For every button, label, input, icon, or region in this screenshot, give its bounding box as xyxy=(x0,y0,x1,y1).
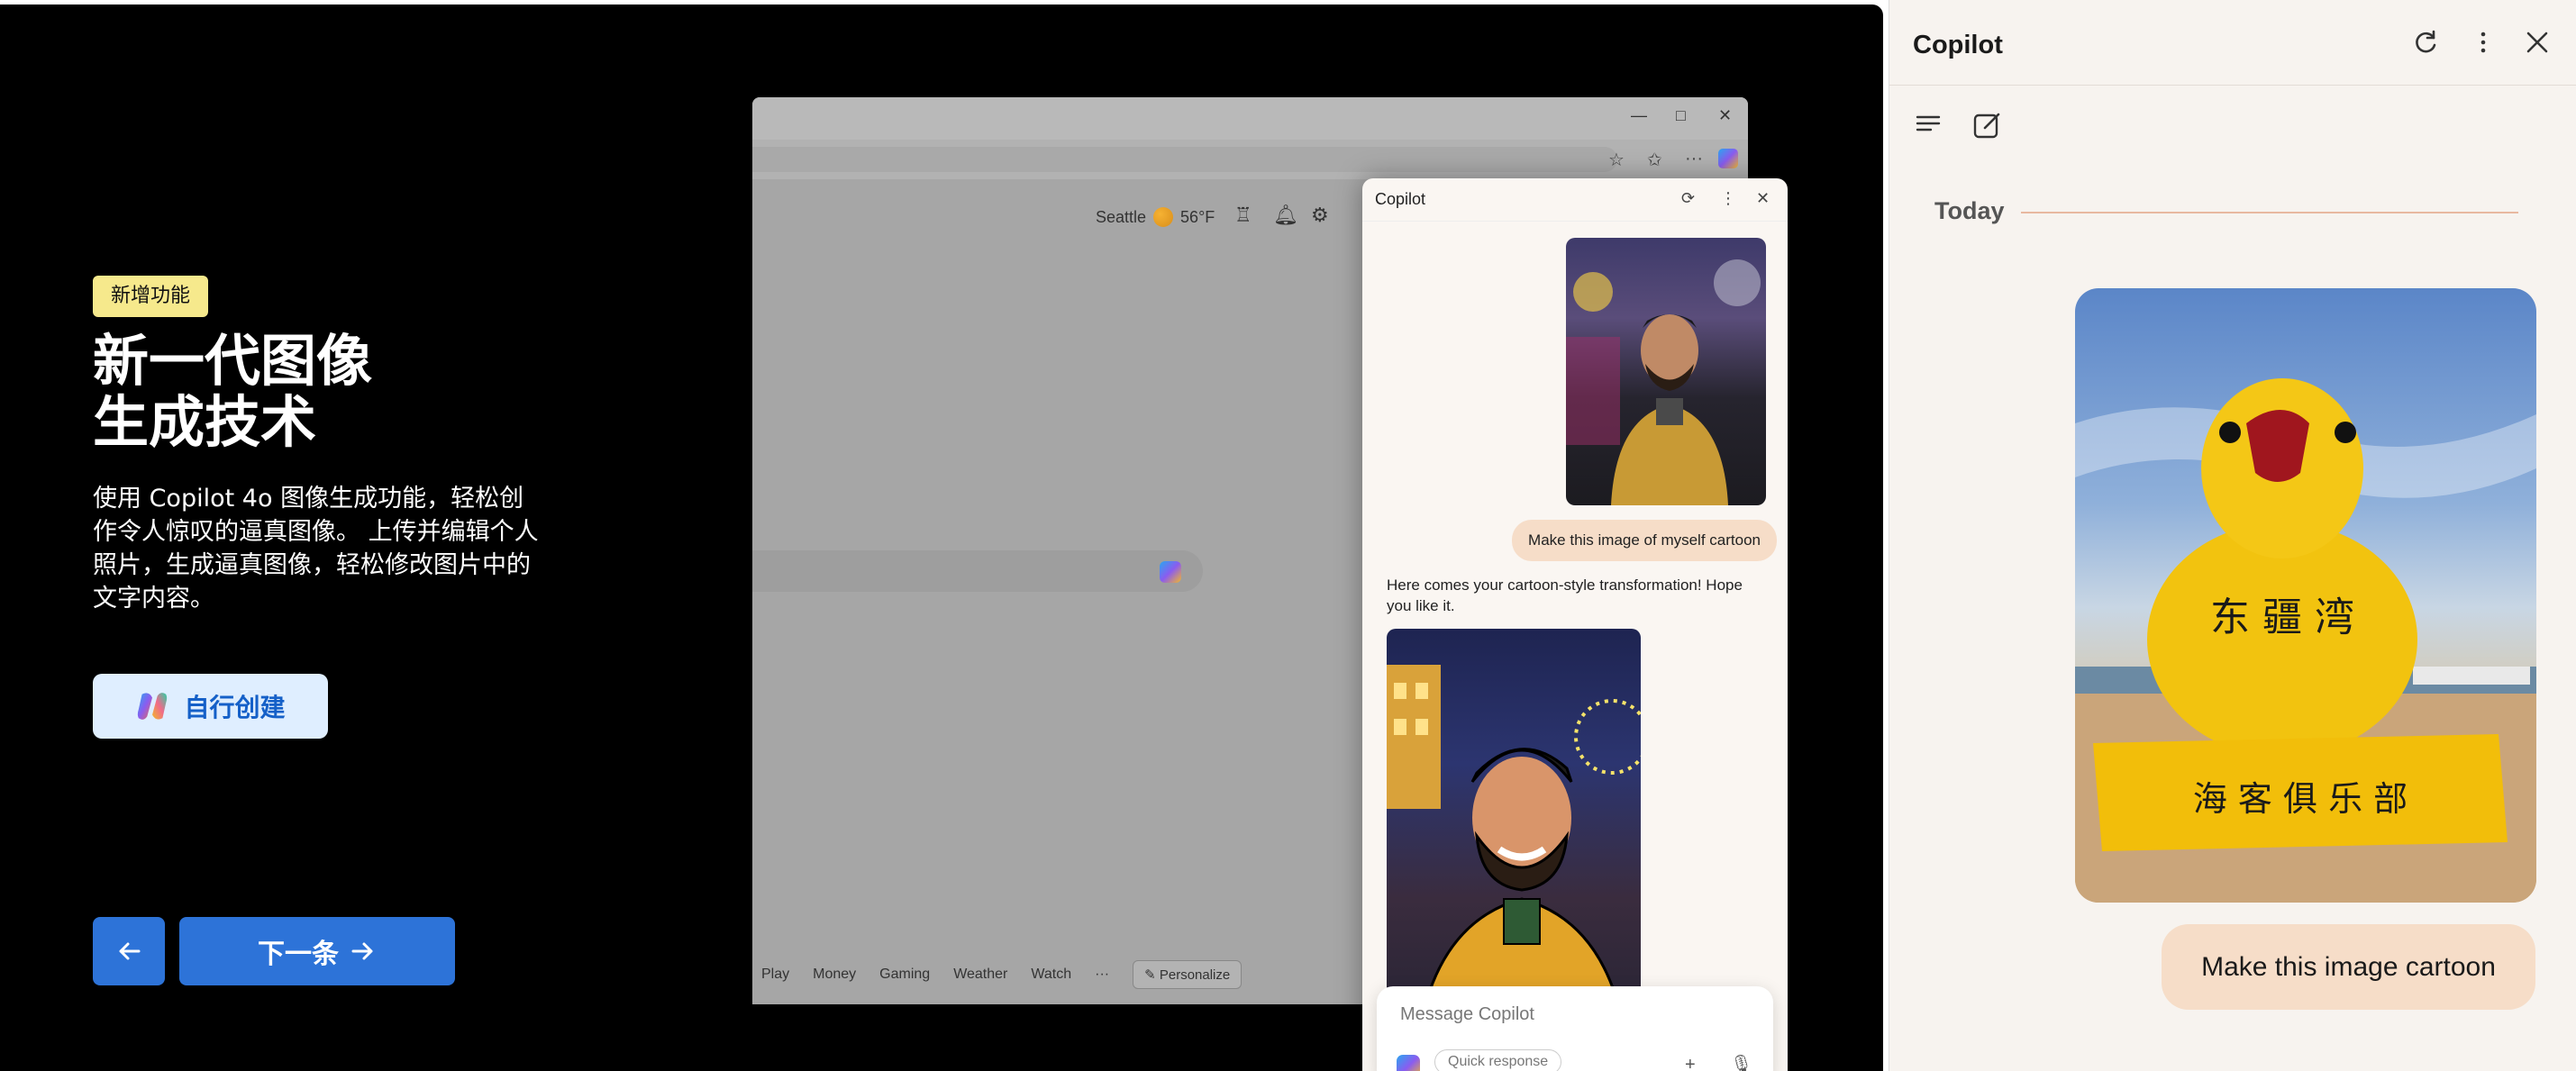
weather-temp: 56°F xyxy=(1180,207,1215,226)
browser-toolbar: ☆ ✩ ··· xyxy=(752,140,1748,179)
popup-header: Copilot ⟳ ⋮ ✕ xyxy=(1362,178,1788,222)
menu-icon[interactable] xyxy=(1915,110,1942,144)
add-icon: + xyxy=(1685,1055,1696,1071)
quick-response-chip: Quick response xyxy=(1434,1049,1562,1071)
nav-play: Play xyxy=(761,967,790,982)
trophy-icon: ♖ xyxy=(1234,204,1252,226)
nav-watch: Watch xyxy=(1031,967,1072,982)
refresh-icon[interactable] xyxy=(2412,29,2439,63)
duck-statue-photo[interactable]: 东 疆 湾 海 客 俱 乐 部 xyxy=(2075,288,2536,903)
sidepanel-header: Copilot xyxy=(1889,0,2576,86)
microphone-icon: 🎙︎ xyxy=(1730,1055,1753,1071)
copilot-icon xyxy=(1718,149,1738,168)
minimize-icon: — xyxy=(1631,106,1647,124)
maximize-icon: □ xyxy=(1676,106,1686,124)
popup-title: Copilot xyxy=(1375,190,1426,208)
favorites-icon: ✩ xyxy=(1647,150,1662,170)
favorite-star-icon: ☆ xyxy=(1608,150,1625,170)
search-bar xyxy=(752,550,1203,592)
address-bar xyxy=(752,147,1617,172)
nav-weather: Weather xyxy=(953,967,1008,982)
message-input: Message Copilot xyxy=(1400,1004,1534,1024)
copilot-search-icon xyxy=(1160,561,1181,583)
create-yourself-button[interactable]: 自行创建 xyxy=(93,674,328,739)
personalize-label: Personalize xyxy=(1159,967,1231,983)
duck-sign-top: 东 疆 湾 xyxy=(2210,594,2354,640)
arrow-right-icon xyxy=(351,942,373,960)
promo-description: 使用 Copilot 4o 图像生成功能，轻松创作令人惊叹的逼真图像。 上传并编… xyxy=(93,485,539,613)
copilot-popup: Copilot ⟳ ⋮ ✕ Make this image of myself … xyxy=(1362,178,1788,1071)
previous-button[interactable] xyxy=(93,917,165,985)
close-icon: ✕ xyxy=(1718,106,1733,124)
next-button[interactable]: 下一条 xyxy=(179,917,455,985)
section-today: Today xyxy=(1934,197,2005,224)
copilot-logo-icon xyxy=(138,693,168,720)
settings-gear-icon: ⚙ xyxy=(1311,204,1329,226)
personalize-button: ✎ Personalize xyxy=(1133,960,1242,989)
copilot-logo-icon xyxy=(1397,1055,1420,1071)
weather-widget: Seattle 56°F xyxy=(1096,207,1215,227)
headline-line-1: 新一代图像 xyxy=(93,328,373,394)
headline: 新一代图像 生成技术 xyxy=(93,331,372,453)
sidepanel-title: Copilot xyxy=(1913,31,2003,59)
user-message-bubble: Make this image cartoon xyxy=(2162,924,2535,1010)
assistant-reply: Here comes your cartoon-style transforma… xyxy=(1387,576,1743,614)
refresh-icon: ⟳ xyxy=(1681,189,1696,207)
feed-nav: Play Money Gaming Weather Watch ··· ✎ Pe… xyxy=(761,960,1242,989)
copilot-sidepanel: Copilot Today 东 疆 湾 海 客 俱 乐 部 Make this … xyxy=(1889,0,2576,1071)
section-divider xyxy=(2021,212,2518,213)
user-message-bubble: Make this image of myself cartoon xyxy=(1512,520,1777,561)
arrow-left-icon xyxy=(119,942,141,960)
close-icon[interactable] xyxy=(2524,29,2551,63)
new-chat-icon[interactable] xyxy=(1972,110,2003,148)
nav-money: Money xyxy=(813,967,857,982)
next-button-label: 下一条 xyxy=(258,939,339,970)
new-feature-badge: 新增功能 xyxy=(93,276,209,317)
more-vertical-icon[interactable] xyxy=(2470,29,2497,63)
headline-line-2: 生成技术 xyxy=(93,389,317,455)
close-icon: ✕ xyxy=(1756,189,1770,207)
nav-more: ··· xyxy=(1095,967,1110,982)
message-composer: Message Copilot Quick response + 🎙︎ xyxy=(1377,986,1773,1071)
weather-sun-icon xyxy=(1153,207,1174,227)
user-photo xyxy=(1566,238,1766,505)
duck-sign-base: 海 客 俱 乐 部 xyxy=(2193,779,2408,819)
weather-city: Seattle xyxy=(1096,207,1147,226)
nav-gaming: Gaming xyxy=(879,967,931,982)
more-icon: ··· xyxy=(1685,149,1703,168)
more-vertical-icon: ⋮ xyxy=(1720,189,1736,207)
bell-icon: 🔔︎ xyxy=(1273,204,1298,226)
create-yourself-label: 自行创建 xyxy=(184,693,286,722)
browser-titlebar: — □ ✕ xyxy=(752,97,1748,140)
promo-panel: 新增功能 新一代图像 生成技术 使用 Copilot 4o 图像生成功能，轻松创… xyxy=(0,5,1883,1071)
